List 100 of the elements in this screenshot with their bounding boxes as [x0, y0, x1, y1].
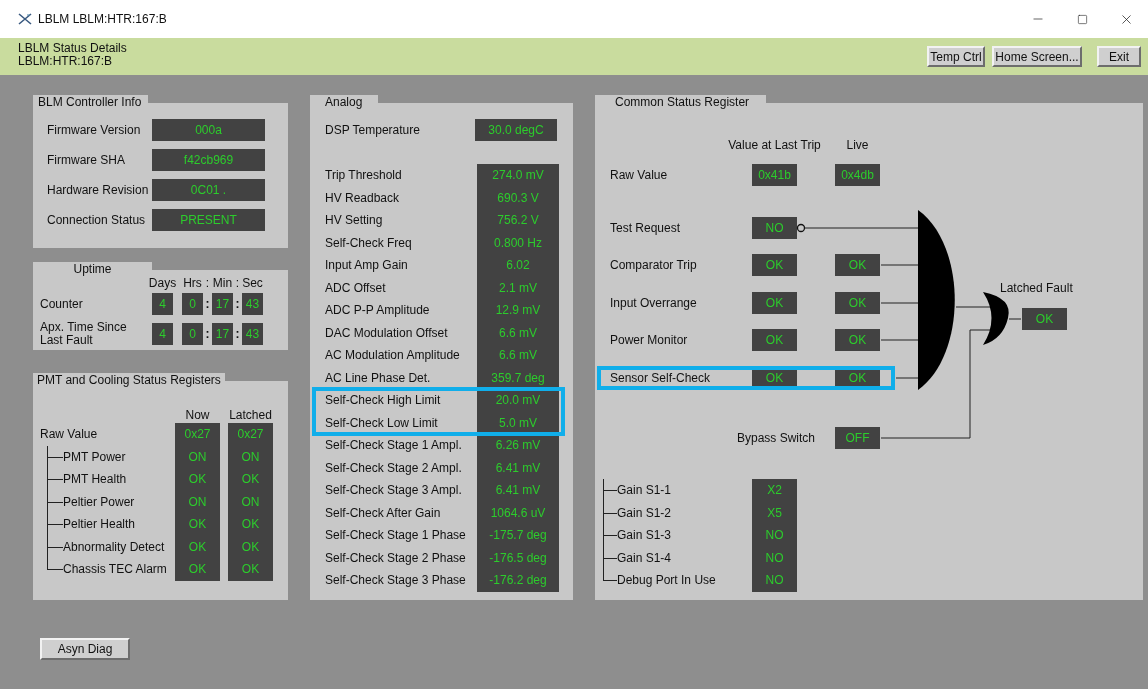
column-header: Hrs	[183, 276, 202, 290]
row-label: ADC Offset	[325, 280, 387, 295]
row-label: Self-Check Stage 2 Phase	[325, 550, 467, 565]
and-gate-icon	[918, 210, 955, 390]
row-label: Self-Check Freq	[325, 235, 413, 250]
status-value: NO	[752, 546, 797, 569]
row-label: Peltier Health	[63, 517, 136, 532]
field-label: Firmware SHA	[47, 153, 126, 167]
header-button[interactable]: Home Screen...	[992, 46, 1082, 67]
column-header: Live	[846, 138, 869, 152]
row-label: Self-Check High Limit	[325, 393, 442, 408]
field-label: Firmware Version	[47, 123, 142, 137]
status-value: OK	[228, 468, 273, 491]
column-header: Sec	[242, 276, 263, 290]
separator: :	[235, 297, 240, 311]
row-label: AC Modulation Amplitude	[325, 348, 461, 363]
row-label: Self-Check After Gain	[325, 505, 442, 520]
status-value: 1064.6 uV	[477, 501, 559, 524]
column-header: Min	[212, 276, 233, 290]
row-label: DSP Temperature	[325, 123, 421, 137]
app-icon	[18, 13, 32, 25]
row-label: Self-Check Stage 1 Phase	[325, 528, 467, 543]
status-value: OK	[175, 513, 220, 536]
status-value: NO	[752, 524, 797, 547]
connector-line	[955, 306, 993, 308]
status-value: OK	[752, 329, 797, 351]
connector-line	[1008, 318, 1022, 320]
status-value: OK	[835, 292, 880, 314]
column-header: Latched	[229, 408, 272, 422]
panel-title: Common Status Register	[595, 95, 767, 111]
row-label: HV Setting	[325, 213, 384, 228]
column-header: Now	[185, 408, 210, 422]
status-value: 6.6 mV	[477, 344, 559, 367]
status-value: 6.6 mV	[477, 321, 559, 344]
status-value: 0x4db	[835, 164, 880, 186]
connector-line	[880, 264, 919, 266]
status-value: 0x27	[175, 423, 220, 446]
status-value: OK	[752, 292, 797, 314]
row-label: Power Monitor	[610, 333, 689, 347]
row-label: Abnormality Detect	[63, 539, 165, 554]
row-label: DAC Modulation Offset	[325, 325, 449, 340]
status-value: OK	[228, 535, 273, 558]
status-value: ON	[228, 445, 273, 468]
separator: :	[205, 276, 210, 290]
status-value: OK	[175, 468, 220, 491]
row-label: Gain S1-4	[617, 550, 672, 565]
maximize-icon[interactable]	[1076, 13, 1088, 25]
status-value: 274.0 mV	[477, 164, 559, 187]
header-button[interactable]: Exit	[1097, 46, 1141, 67]
inverter-circle-icon	[796, 223, 806, 233]
row-label: Counter	[40, 297, 84, 311]
row-label: PMT Health	[63, 472, 127, 487]
row-label: HV Readback	[325, 190, 401, 205]
status-value: 6.02	[477, 254, 559, 277]
row-label: Input Amp Gain	[325, 258, 409, 273]
status-value: 690.3 V	[477, 186, 559, 209]
row-label: Self-Check Stage 1 Ampl.	[325, 438, 463, 453]
status-value: 000a	[152, 119, 265, 141]
row-label: Test Request	[610, 221, 682, 235]
row-label: Self-Check Stage 2 Ampl.	[325, 460, 463, 475]
row-label: Comparator Trip	[610, 258, 698, 272]
header-button[interactable]: Temp Ctrl	[927, 46, 985, 67]
row-label: Gain S1-2	[617, 505, 672, 520]
row-label: AC Line Phase Det.	[325, 370, 432, 385]
status-value: 20.0 mV	[477, 389, 559, 412]
status-value: -176.5 deg	[477, 546, 559, 569]
row-label: Self-Check Stage 3 Phase	[325, 573, 467, 588]
column-header: Value at Last Trip	[728, 138, 821, 152]
status-value: ON	[175, 445, 220, 468]
status-value: X5	[752, 501, 797, 524]
status-value: -176.2 deg	[477, 569, 559, 592]
row-label: Gain S1-1	[617, 483, 672, 498]
status-value: 0x41b	[752, 164, 797, 186]
asyn-diag-button[interactable]: Asyn Diag	[40, 638, 130, 660]
screen-title: LBLM Status Details	[18, 42, 127, 55]
row-label: Chassis TEC Alarm	[63, 562, 167, 577]
counter-value: 0	[182, 323, 203, 345]
status-value: ON	[175, 490, 220, 513]
status-value: 6.41 mV	[477, 456, 559, 479]
device-name: LBLM:HTR:167:B	[18, 55, 114, 68]
status-value: 6.41 mV	[477, 479, 559, 502]
panel-title: Analog	[310, 95, 379, 111]
row-label: Trip Threshold	[325, 168, 403, 183]
status-value: 12.9 mV	[477, 299, 559, 322]
row-label: PMT Power	[63, 449, 126, 464]
status-value: 0.800 Hz	[477, 231, 559, 254]
row-label: Gain S1-3	[617, 528, 672, 543]
counter-value: 43	[242, 323, 263, 345]
separator: :	[235, 327, 240, 341]
switch-label: Bypass Switch	[736, 431, 815, 445]
status-value: OK	[228, 558, 273, 581]
status-value: 2.1 mV	[477, 276, 559, 299]
separator: :	[205, 327, 210, 341]
status-value: OK	[835, 254, 880, 276]
field-label: Connection Status	[47, 213, 147, 227]
status-value: NO	[752, 569, 797, 592]
counter-value: 4	[152, 293, 173, 315]
row-label: Peltier Power	[63, 494, 135, 509]
status-value: 6.26 mV	[477, 434, 559, 457]
status-value: NO	[752, 217, 797, 239]
